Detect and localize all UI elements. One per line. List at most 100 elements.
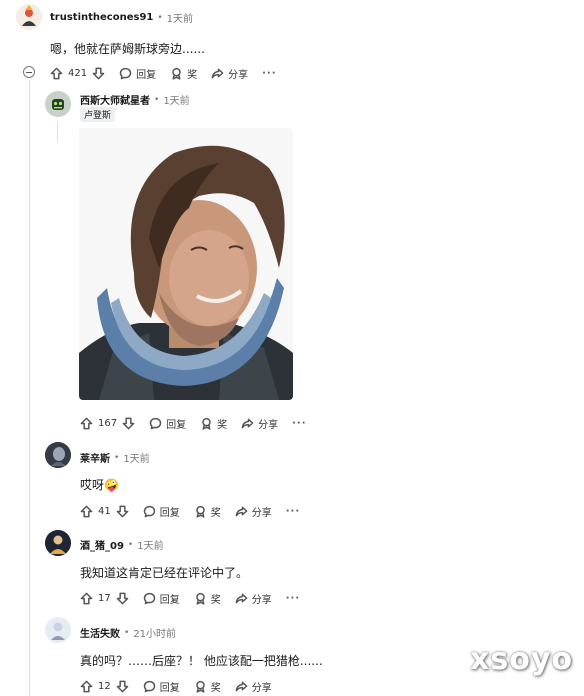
vote-group: 167	[80, 417, 135, 430]
separator: •	[114, 452, 120, 463]
downvote-icon[interactable]	[122, 417, 135, 430]
upvote-icon[interactable]	[80, 680, 93, 693]
more-options-button[interactable]: ···	[292, 418, 306, 429]
comment-text: 嗯，他就在萨姆斯球旁边......	[50, 42, 205, 56]
downvote-icon[interactable]	[92, 67, 105, 80]
award-button[interactable]: 奖	[170, 66, 197, 81]
username[interactable]: 酒_猪_09	[80, 537, 124, 552]
thread-line-nested	[57, 122, 58, 142]
character-portrait-image	[79, 128, 293, 400]
watermark-logo: xsoyo	[470, 642, 573, 677]
share-label: 分享	[251, 682, 272, 694]
vote-count: 421	[68, 67, 88, 79]
separator: •	[157, 12, 163, 23]
share-label: 分享	[228, 69, 249, 81]
award-button[interactable]: 奖	[194, 504, 221, 519]
award-label: 奖	[210, 594, 221, 606]
award-button[interactable]: 奖	[194, 591, 221, 606]
timestamp[interactable]: 1天前	[137, 537, 163, 552]
separator: •	[154, 94, 160, 105]
upvote-icon[interactable]	[80, 417, 93, 430]
timestamp[interactable]: 1天前	[167, 10, 193, 25]
username[interactable]: 莱辛斯	[80, 450, 110, 465]
comment-text: 哎呀🤪	[80, 478, 119, 492]
award-icon	[202, 417, 211, 430]
award-button[interactable]: 奖	[194, 679, 221, 694]
share-button[interactable]: 分享	[211, 66, 248, 81]
vote-count: 167	[98, 417, 118, 429]
username[interactable]: 生活失败	[80, 625, 120, 640]
username[interactable]: 西斯大师弑星者	[80, 92, 150, 107]
user-avatar-icon	[45, 91, 71, 117]
comment-actions: 12 回复 奖 分享	[80, 677, 286, 695]
user-avatar-icon	[45, 617, 71, 643]
reply-label: 回复	[159, 507, 180, 519]
share-icon	[211, 68, 224, 78]
upvote-icon[interactable]	[80, 592, 93, 605]
reply-button[interactable]: 回复	[149, 416, 186, 431]
comment-actions: 421 回复 奖 分享 ···	[50, 64, 277, 82]
avatar[interactable]	[45, 91, 71, 117]
share-label: 分享	[251, 594, 272, 606]
avatar[interactable]	[45, 530, 71, 556]
reply-label: 回复	[166, 419, 187, 431]
comment-bubble-icon	[143, 592, 155, 604]
award-label: 奖	[187, 69, 198, 81]
reply-label: 回复	[159, 594, 180, 606]
separator: •	[127, 539, 134, 550]
downvote-icon[interactable]	[116, 505, 129, 518]
downvote-icon[interactable]	[116, 592, 129, 605]
award-label: 奖	[217, 419, 228, 431]
separator: •	[124, 627, 130, 638]
comment-bubble-icon	[143, 505, 155, 517]
more-options-button[interactable]: ···	[286, 506, 300, 517]
downvote-icon[interactable]	[116, 680, 129, 693]
award-label: 奖	[210, 507, 221, 519]
vote-group: 17	[80, 592, 129, 605]
vote-count: 17	[98, 592, 111, 604]
avatar[interactable]	[16, 4, 42, 30]
comment-actions: 17 回复 奖 分享 ···	[80, 589, 300, 607]
reply-button[interactable]: 回复	[143, 504, 180, 519]
share-label: 分享	[251, 507, 272, 519]
user-avatar-icon	[45, 530, 71, 556]
user-flair: 卢登斯	[80, 107, 116, 122]
award-button[interactable]: 奖	[200, 416, 227, 431]
comment-bubble-icon	[149, 417, 162, 429]
comment-bubble-icon	[143, 680, 155, 692]
vote-group: 12	[80, 680, 129, 693]
reply-button[interactable]: 回复	[143, 591, 180, 606]
comment-image[interactable]	[79, 128, 293, 400]
more-options-button[interactable]: ···	[286, 593, 300, 604]
vote-group: 41	[80, 505, 129, 518]
avatar[interactable]	[45, 617, 71, 643]
vote-group: 421	[50, 67, 105, 80]
share-icon	[235, 593, 248, 603]
share-button[interactable]: 分享	[235, 591, 272, 606]
upvote-icon[interactable]	[80, 505, 93, 518]
collapse-thread-button[interactable]	[23, 66, 35, 78]
timestamp[interactable]: 1天前	[123, 450, 149, 465]
avatar[interactable]	[45, 442, 71, 468]
comment-text: 我知道这肯定已经在评论中了。	[80, 566, 249, 580]
share-button[interactable]: 分享	[241, 416, 278, 431]
reply-label: 回复	[159, 682, 180, 694]
share-icon	[235, 681, 248, 691]
award-icon	[172, 67, 181, 80]
comment-text: 真的吗？……后座？！ 他应该配一把猎枪......	[80, 654, 323, 668]
share-button[interactable]: 分享	[235, 679, 272, 694]
timestamp[interactable]: 21小时前	[133, 625, 176, 640]
award-icon	[195, 592, 205, 605]
award-icon	[195, 505, 205, 518]
thread-line-root	[29, 80, 30, 696]
award-icon	[195, 680, 205, 693]
more-options-button[interactable]: ···	[262, 68, 276, 79]
timestamp[interactable]: 1天前	[163, 92, 189, 107]
user-avatar-icon	[16, 4, 42, 30]
reply-button[interactable]: 回复	[143, 679, 180, 694]
username[interactable]: trustinthecones91	[50, 12, 153, 23]
comment-bubble-icon	[119, 67, 132, 79]
reply-button[interactable]: 回复	[119, 66, 156, 81]
share-button[interactable]: 分享	[235, 504, 272, 519]
upvote-icon[interactable]	[50, 67, 63, 80]
